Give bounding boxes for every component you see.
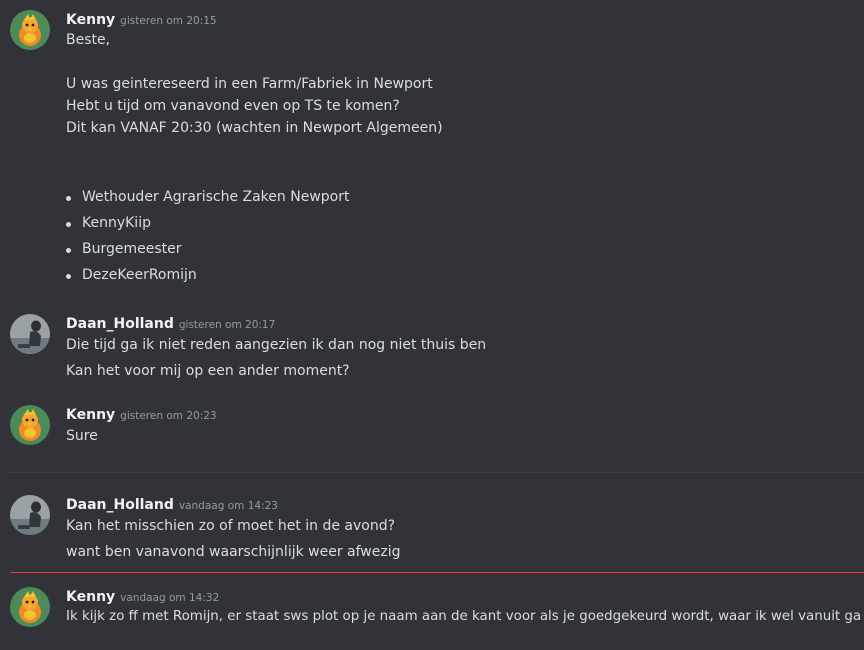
date-divider — [10, 472, 864, 473]
message-text: U was geintereseerd in een Farm/Fabriek … — [66, 76, 433, 92]
avatar[interactable] — [10, 405, 50, 445]
author-name[interactable]: Kenny — [66, 12, 115, 28]
message-text: Hebt u tijd om vanavond even op TS te ko… — [66, 98, 400, 114]
message-text: Ik kijk zo ff met Romijn, er staat sws p… — [66, 609, 862, 624]
avatar[interactable] — [10, 10, 50, 50]
torchic-avatar-icon — [10, 10, 50, 50]
message-text: Die tijd ga ik niet reden aangezien ik d… — [66, 337, 487, 353]
message-text: Dit kan VANAF 20:30 (wachten in Newport … — [66, 120, 443, 136]
torchic-avatar-icon — [10, 405, 50, 445]
message-text: Kan het misschien zo of moet het in de a… — [66, 518, 396, 534]
timestamp[interactable]: gisteren om 20:23 — [120, 410, 216, 422]
message-header: Daan_Holland vandaag om 14:23 — [66, 494, 278, 513]
person-photo-avatar-icon — [10, 314, 50, 354]
message-text: Kan het voor mij op een ander moment? — [66, 363, 350, 379]
new-messages-divider — [10, 572, 864, 573]
message-header: Kenny gisteren om 20:15 — [66, 9, 217, 28]
message-text: want ben vanavond waarschijnlijk weer af… — [66, 544, 401, 560]
author-name[interactable]: Daan_Holland — [66, 316, 174, 332]
message-header: Kenny gisteren om 20:23 — [66, 404, 217, 423]
avatar[interactable] — [10, 314, 50, 354]
author-name[interactable]: Kenny — [66, 407, 115, 423]
message-header: Kenny vandaag om 14:32 — [66, 586, 219, 605]
person-photo-avatar-icon — [10, 495, 50, 535]
torchic-avatar-icon — [10, 587, 50, 627]
message-header: Daan_Holland gisteren om 20:17 — [66, 313, 275, 332]
timestamp[interactable]: vandaag om 14:23 — [179, 500, 278, 512]
avatar[interactable] — [10, 495, 50, 535]
author-name[interactable]: Kenny — [66, 589, 115, 605]
author-name[interactable]: Daan_Holland — [66, 497, 174, 513]
message-text: Beste, — [66, 32, 111, 48]
message-text: Sure — [66, 428, 98, 444]
timestamp[interactable]: vandaag om 14:32 — [120, 592, 219, 604]
avatar[interactable] — [10, 587, 50, 627]
timestamp[interactable]: gisteren om 20:17 — [179, 319, 275, 331]
timestamp[interactable]: gisteren om 20:15 — [120, 15, 216, 27]
